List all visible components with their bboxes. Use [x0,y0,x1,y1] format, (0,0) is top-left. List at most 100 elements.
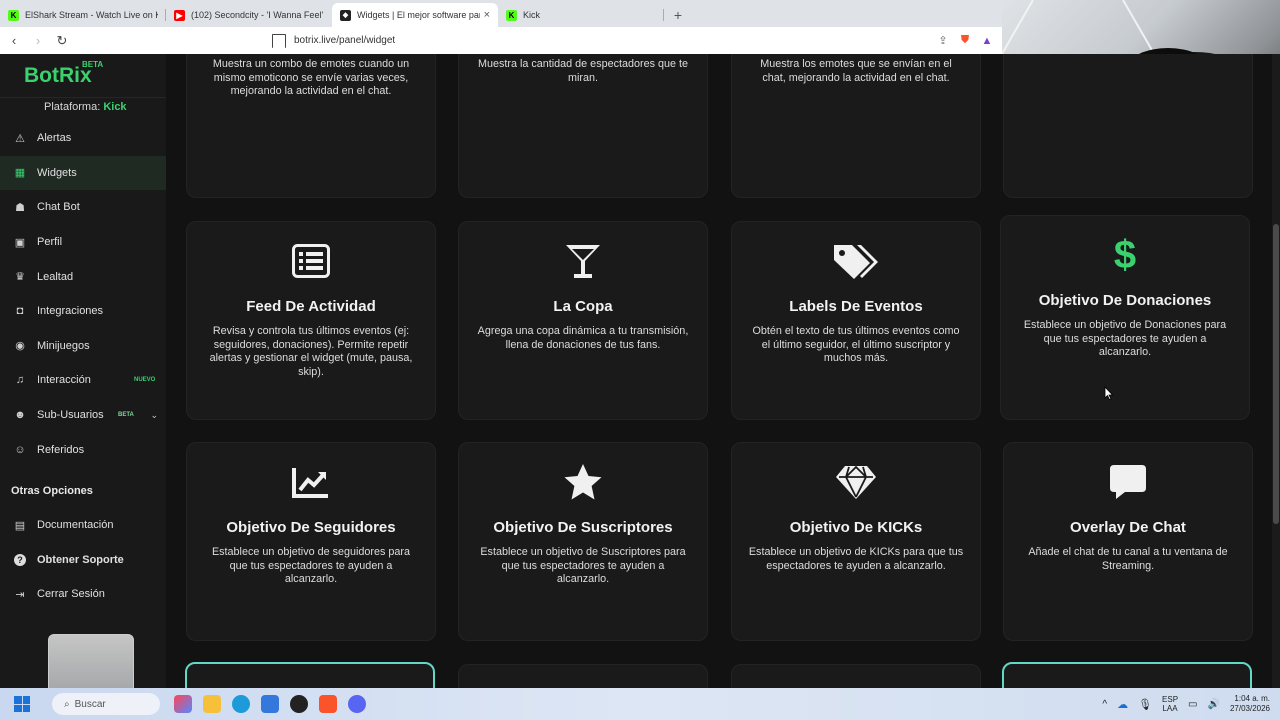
bookmark-icon[interactable] [272,33,286,48]
botrix-icon: ◆ [340,9,351,21]
kick-icon: K [506,9,517,21]
sidebar-item-lealtad[interactable]: ♛ Lealtad [0,259,166,294]
file-explorer-icon[interactable] [203,695,221,713]
widget-card[interactable] [731,664,981,688]
users-cog-icon: ☻ [14,409,26,422]
widget-card-overlay-de-chat[interactable]: Overlay De Chat Añade el chat de tu cana… [1003,442,1253,641]
scrollbar-thumb[interactable] [1273,224,1279,524]
sidebar-item-widgets[interactable]: ▦ Widgets [0,155,166,191]
tray-chevron-icon[interactable]: ^ [1102,699,1107,710]
widget-card-feed-de-actividad[interactable]: Feed De Actividad Revisa y controla tus … [186,221,436,420]
sidebar-item-integraciones[interactable]: ◘ Integraciones [0,294,166,329]
platform-value: Kick [103,101,127,113]
cocktail-icon [459,242,707,280]
language-indicator[interactable]: ESP LAA [1162,695,1178,713]
onedrive-icon[interactable]: ☁ [1117,698,1128,711]
widget-title: Objetivo De Donaciones [1038,292,1212,309]
widget-title: Objetivo De KICKs [789,519,923,536]
sidebar-nav: ⚠ Alertas ▦ Widgets ☗ Chat Bot ▣ Perfil … [0,121,166,467]
widget-description: Agrega una copa dinámica a tu transmisió… [477,325,689,351]
reload-icon[interactable]: ↻ [52,31,72,51]
forward-icon[interactable]: › [28,31,48,51]
sidebar-item-sub-usuarios[interactable]: ☻ Sub-Usuarios BETA ⌄ [0,398,166,433]
tab-title: Widgets | El mejor software para [357,10,480,20]
store-icon[interactable] [261,695,279,713]
widget-description: Muestra los emotes que se envían en el c… [760,58,952,84]
sidebar-item-referidos[interactable]: ☺ Referidos [0,432,166,467]
new-tab-button[interactable]: + [666,3,690,27]
music-icon: ♫ [15,374,25,387]
widget-description: Revisa y controla tus últimos eventos (e… [209,325,413,378]
id-card-icon: ▣ [14,236,26,249]
sidebar-item-interaccion[interactable]: ♫ Interacción NUEVO [0,363,166,398]
trophy-icon: ♛ [15,271,25,284]
sidebar-item-soporte[interactable]: ? Obtener Soporte [0,543,166,578]
widget-title: La Copa [553,298,613,315]
page: BotRix BETA Plataforma: Kick ⚠ Alertas ▦… [0,54,1280,688]
widget-card[interactable]: Muestra la cantidad de espectadores que … [458,54,708,198]
app-icon[interactable] [290,695,308,713]
platform-label: Plataforma: Kick [44,101,127,113]
browser-tab[interactable]: K ElShark Stream - Watch Live on Kick [0,3,166,27]
close-tab-icon[interactable]: × [484,9,490,21]
network-icon[interactable]: ▭ [1188,699,1197,710]
widget-card-la-copa[interactable]: La Copa Agrega una copa dinámica a tu tr… [458,221,708,420]
browser-tab-active[interactable]: ◆ Widgets | El mejor software para × [332,3,498,27]
widget-description: Establece un objetivo de seguidores para… [211,546,411,585]
taskbar: ⌕ Buscar ^ ☁ 🎙 ESP LAA ▭ 🔊 1:04 a. m. 27… [0,688,1280,720]
widget-card-labels-de-eventos[interactable]: Labels De Eventos Obtén el texto de tus … [731,221,981,420]
url-field[interactable]: botrix.live/panel/widget [294,35,937,46]
star-icon [459,463,707,501]
logout-icon: ⇥ [15,588,25,601]
browser-tab[interactable]: ▶ (102) Secondcity - 'I Wanna Feel' (Off [166,3,332,27]
plug-icon: ◘ [16,305,24,318]
volume-icon[interactable]: 🔊 [1208,699,1220,710]
edge-icon[interactable] [232,695,250,713]
discord-icon[interactable] [348,695,366,713]
widget-card-objetivo-de-donaciones[interactable]: $ Objetivo De Donaciones Establece un ob… [1000,215,1250,420]
windows-start-icon[interactable] [14,696,30,712]
youtube-icon: ▶ [174,9,185,21]
tab-title: ElShark Stream - Watch Live on Kick [25,10,158,20]
glass-object [48,634,134,688]
brave-icon[interactable] [319,695,337,713]
widget-card-objetivo-de-kicks[interactable]: Objetivo De KICKs Establece un objetivo … [731,442,981,641]
clock[interactable]: 1:04 a. m. 27/03/2026 [1230,694,1270,714]
widget-card[interactable]: Muestra un combo de emotes cuando un mis… [186,54,436,198]
widget-card[interactable] [1002,662,1252,688]
sidebar-item-perfil[interactable]: ▣ Perfil [0,225,166,260]
sidebar-item-documentacion[interactable]: ▤ Documentación [0,508,166,543]
tab-title: (102) Secondcity - 'I Wanna Feel' (Off [191,10,324,20]
beta-badge: BETA [118,412,134,419]
widget-card[interactable]: Muestra los emotes que se envían en el c… [731,54,981,198]
browser-tab[interactable]: K Kick [498,3,664,27]
section-title: Otras Opciones [11,485,93,497]
share-icon[interactable]: ⇪ [937,35,949,47]
sidebar-item-alertas[interactable]: ⚠ Alertas [0,121,166,156]
widget-card-objetivo-de-suscriptores[interactable]: Objetivo De Suscriptores Establece un ob… [458,442,708,641]
widget-title: Overlay De Chat [1070,519,1186,536]
back-icon[interactable]: ‹ [4,31,24,51]
widget-grid: Muestra un combo de emotes cuando un mis… [166,54,1272,688]
widget-title: Objetivo De Suscriptores [493,519,673,536]
chevron-down-icon[interactable]: ⌄ [150,410,158,421]
mic-icon[interactable]: 🎙 [1138,698,1152,711]
taskbar-search[interactable]: ⌕ Buscar [52,693,160,715]
logo[interactable]: BotRix BETA [24,60,103,88]
widget-card[interactable] [185,662,435,688]
brave-rewards-icon[interactable]: ▲ [981,35,993,47]
widget-card[interactable] [1003,54,1253,198]
sidebar-item-minijuegos[interactable]: ◉ Minijuegos [0,329,166,364]
widget-card-objetivo-de-seguidores[interactable]: Objetivo De Seguidores Establece un obje… [186,442,436,641]
widget-card[interactable] [458,664,708,688]
copilot-icon[interactable] [174,695,192,713]
sidebar-item-cerrar-sesion[interactable]: ⇥ Cerrar Sesión [0,577,166,612]
sidebar-item-chat-bot[interactable]: ☗ Chat Bot [0,190,166,225]
system-tray: ^ ☁ 🎙 ESP LAA ▭ 🔊 1:04 a. m. 27/03/2026 [1102,688,1270,720]
page-scrollbar[interactable] [1272,54,1280,688]
widget-description: Establece un objetivo de KICKs para que … [748,546,964,572]
new-badge: NUEVO [134,377,156,384]
brave-shield-icon[interactable]: ⛊ [959,34,971,47]
widget-description: Obtén el texto de tus últimos eventos co… [752,325,960,364]
gamepad-icon: ◉ [15,340,25,353]
